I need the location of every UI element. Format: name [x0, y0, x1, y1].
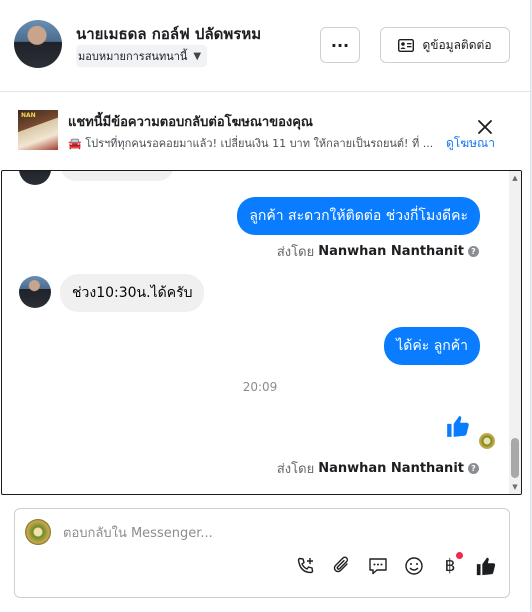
emoji-icon[interactable]	[403, 555, 425, 577]
scrollbar-thumb[interactable]	[511, 438, 519, 478]
contact-avatar-small	[19, 171, 51, 185]
previous-message-bubble	[60, 171, 174, 181]
assign-conversation-dropdown[interactable]: มอบหมายการสนทนานี้ ▼	[76, 45, 208, 67]
message-thread[interactable]: ลูกค้า สะดวกให้ติดต่อ ช่วงกี่โมงดีคะ ส่ง…	[1, 170, 522, 495]
caret-down-icon: ▼	[193, 50, 202, 62]
saved-reply-icon[interactable]	[367, 555, 389, 577]
sent-by-label: ส่งโดย Nanwhan Nanthanit ?	[277, 458, 479, 479]
sent-by-prefix: ส่งโดย	[276, 462, 315, 477]
sent-by-name: Nanwhan Nanthanit	[318, 461, 464, 476]
close-icon[interactable]	[476, 118, 494, 136]
info-icon[interactable]: ?	[468, 246, 479, 257]
view-ad-link[interactable]: ดูโฆษณา	[446, 134, 495, 153]
like-icon[interactable]	[475, 555, 497, 577]
message-bubble-outgoing[interactable]: ลูกค้า สะดวกให้ติดต่อ ช่วงกี่โมงดีคะ	[237, 197, 480, 235]
scrollbar[interactable]: ▲ ▼	[509, 171, 521, 494]
ad-reply-banner: NAN แชทนี้มีข้อความตอบกลับต่อโฆษณาของคุณ…	[0, 92, 530, 167]
reply-input[interactable]	[61, 521, 485, 545]
like-icon[interactable]	[445, 413, 471, 443]
conversation-header: นายเมธดล กอล์ฟ ปลัดพรหม มอบหมายการสนทนาน…	[0, 0, 530, 92]
scroll-up-arrow-icon[interactable]: ▲	[511, 174, 519, 182]
sent-by-label: ส่งโดย Nanwhan Nanthanit ?	[277, 241, 479, 262]
view-contact-label: ดูข้อมูลติดต่อ	[422, 37, 492, 52]
ad-banner-subtitle: 🚘 โปรฯที่ทุกคนรอคอยมาแล้ว! เปลี่ยนเงิน 1…	[68, 137, 434, 150]
ad-banner-title: แชทนี้มีข้อความตอบกลับต่อโฆษณาของคุณ	[68, 115, 313, 130]
notification-dot	[456, 552, 463, 559]
message-bubble-outgoing[interactable]: ได้ค่ะ ลูกค้า	[384, 327, 480, 365]
view-contact-button[interactable]: ดูข้อมูลติดต่อ	[380, 27, 510, 63]
ad-thumb-tag: NAN	[21, 112, 36, 119]
page-avatar	[25, 519, 51, 545]
contact-name[interactable]: นายเมธดล กอล์ฟ ปลัดพรหม	[76, 22, 261, 46]
attachment-icon[interactable]	[331, 555, 353, 577]
seen-indicator	[479, 433, 495, 449]
message-composer: ฿	[14, 508, 510, 598]
contact-avatar[interactable]	[14, 20, 62, 68]
scroll-down-arrow-icon[interactable]: ▼	[511, 483, 519, 491]
add-call-icon[interactable]	[295, 555, 317, 577]
info-icon[interactable]: ?	[468, 463, 479, 474]
ad-thumbnail[interactable]: NAN	[18, 110, 58, 150]
message-timestamp: 20:09	[242, 380, 278, 394]
contact-avatar-small[interactable]	[19, 276, 51, 308]
messenger-panel: นายเมธดล กอล์ฟ ปลัดพรหม มอบหมายการสนทนาน…	[0, 0, 531, 612]
more-icon: ···	[330, 35, 350, 55]
contact-card-icon	[398, 38, 415, 52]
assign-label: มอบหมายการสนทนานี้	[78, 50, 188, 63]
sent-by-prefix: ส่งโดย	[276, 245, 315, 260]
sent-by-name: Nanwhan Nanthanit	[318, 244, 464, 259]
message-bubble-incoming[interactable]: ช่วง10:30น.ได้ครับ	[60, 274, 205, 312]
more-options-button[interactable]: ···	[320, 27, 360, 63]
